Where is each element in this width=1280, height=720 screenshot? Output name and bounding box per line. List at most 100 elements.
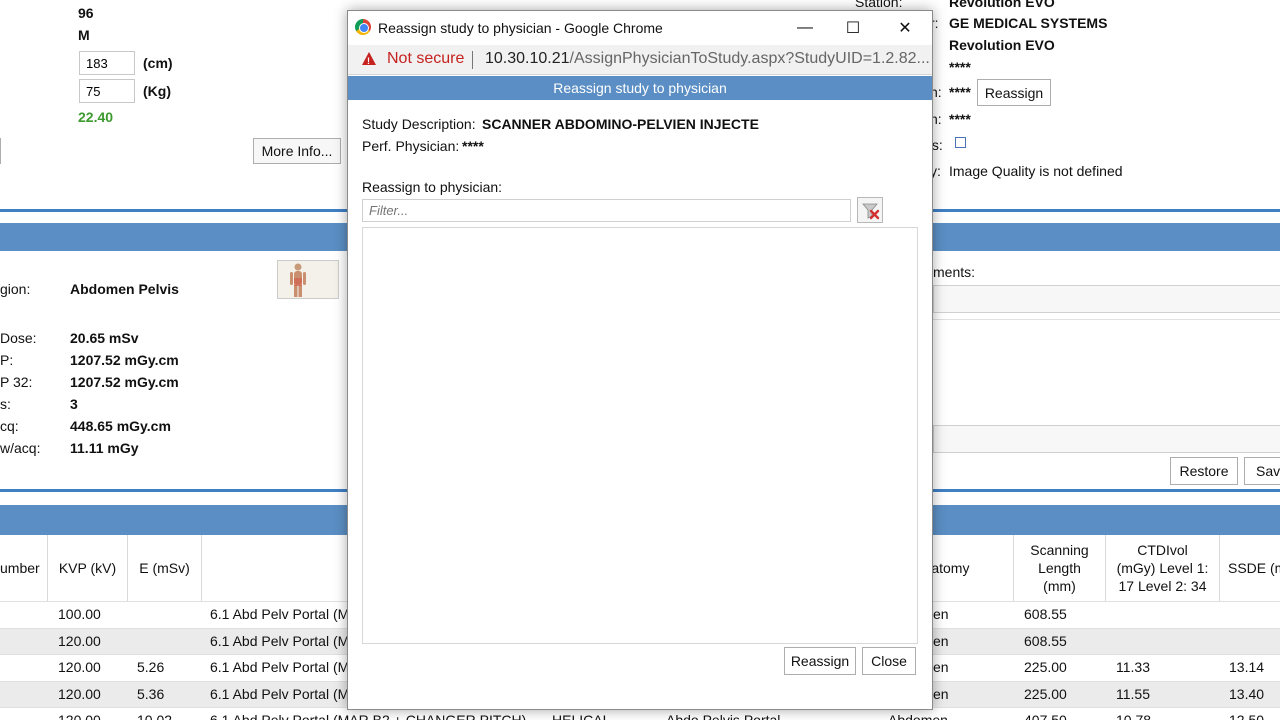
cell-region: Abdo Pelvis Portal xyxy=(666,712,781,720)
reassign-button[interactable]: Reassign xyxy=(784,647,856,675)
reassign-physician-button[interactable]: Reassign xyxy=(977,79,1051,106)
cell-ssde: 12.50 xyxy=(1229,712,1265,720)
comments-field[interactable] xyxy=(933,285,1280,313)
col-header-number: umber xyxy=(0,535,48,601)
col-header-ctdivol: CTDIvol (mGy) Level 1: 17 Level 2: 34 xyxy=(1106,535,1220,601)
notes-field[interactable] xyxy=(933,425,1280,453)
comments-label: ments: xyxy=(933,264,976,280)
cell-scan-length: 608.55 xyxy=(1024,632,1067,649)
reassign-popup-window: Reassign study to physician - Google Chr… xyxy=(347,10,933,710)
cell-anatomy: en xyxy=(933,659,949,675)
perf-physician-value: **** xyxy=(949,111,971,127)
cell-kvp: 120.00 xyxy=(58,659,101,675)
height-unit: (cm) xyxy=(143,55,173,71)
dose-value: 20.65 mSv xyxy=(70,330,139,346)
cell-anatomy: en xyxy=(933,632,949,649)
cell-ssde: 13.14 xyxy=(1229,659,1265,675)
col-header-ssde: SSDE (m xyxy=(1220,535,1280,601)
cell-kvp: 120.00 xyxy=(58,712,101,720)
col-header-scan-length: Scanning Length (mm) xyxy=(1014,535,1106,601)
left-edge-button[interactable] xyxy=(0,138,1,164)
quality-value: Image Quality is not defined xyxy=(949,163,1123,179)
reassign-to-label: Reassign to physician: xyxy=(362,179,503,195)
masked-value: **** xyxy=(949,59,971,75)
perf-physician-value: **** xyxy=(462,138,484,154)
bmi-value: 22.40 xyxy=(78,109,114,125)
restore-button[interactable]: Restore xyxy=(1170,457,1238,485)
url-text[interactable]: 10.30.10.21/AssignPhysicianToStudy.aspx?… xyxy=(485,50,930,68)
region-value: Abdomen Pelvis xyxy=(70,281,179,297)
cell-kvp: 100.00 xyxy=(58,606,101,622)
close-button[interactable]: Close xyxy=(862,647,916,675)
cell-scan-length: 225.00 xyxy=(1024,685,1067,702)
dlp-value: 1207.52 mGy.cm xyxy=(70,352,179,368)
minimize-button[interactable]: — xyxy=(780,11,830,45)
cell-scan-length: 407.50 xyxy=(1024,712,1067,720)
body-diagram-icon xyxy=(277,260,339,299)
weight-unit: (Kg) xyxy=(143,83,171,99)
address-separator xyxy=(472,51,473,69)
cell-scan-length: 608.55 xyxy=(1024,606,1067,622)
url-path: /AssignPhysicianToStudy.aspx?StudyUID=1.… xyxy=(569,50,930,67)
ctdi-per-acq-value: 11.11 mGy xyxy=(70,440,139,456)
cell-acq-type: HELICAL xyxy=(552,712,611,720)
dlp-per-acq-label: cq: xyxy=(0,418,19,434)
cell-e: 10.02 xyxy=(137,712,173,720)
close-icon: ✕ xyxy=(898,20,912,37)
model-value: Revolution EVO xyxy=(949,37,1055,53)
dlp-per-acq-value: 448.65 mGy.cm xyxy=(70,418,171,434)
cell-anatomy: en xyxy=(933,685,949,702)
cell-e: 5.26 xyxy=(137,659,165,675)
cell-anatomy: en xyxy=(933,606,949,622)
cell-e: 5.36 xyxy=(137,685,165,702)
physician-filter-input[interactable] xyxy=(362,199,851,222)
save-button[interactable]: Save xyxy=(1244,457,1280,485)
cell-ctdivol: 11.55 xyxy=(1116,685,1150,702)
maximize-icon: ☐ xyxy=(845,20,861,37)
minimize-icon: — xyxy=(797,19,813,36)
col-header-e: E (mSv) xyxy=(128,535,202,601)
dialog-header: Reassign study to physician xyxy=(348,76,932,100)
dlp32-label: P 32: xyxy=(0,374,33,390)
clear-filter-button[interactable] xyxy=(857,197,883,223)
series-count-label: s: xyxy=(0,396,11,412)
window-titlebar[interactable]: Reassign study to physician - Google Chr… xyxy=(348,11,932,45)
cell-ssde: 13.40 xyxy=(1229,685,1265,702)
cell-anatomy: Abdomen xyxy=(888,712,948,720)
maximize-button[interactable]: ☐ xyxy=(828,11,878,45)
cell-acquisition: 6.1 Abd Pelv Portal (MAR B2 + CHANGER PI… xyxy=(210,712,527,720)
region-label: gion: xyxy=(0,281,31,297)
url-host: 10.30.10.21 xyxy=(485,50,570,67)
close-window-button[interactable]: ✕ xyxy=(880,11,930,45)
col-header-kvp: KVP (kV) xyxy=(48,535,128,601)
cell-kvp: 120.00 xyxy=(58,632,101,649)
study-description-label: Study Description: xyxy=(362,116,476,132)
dose-label: Dose: xyxy=(0,330,37,346)
height-input[interactable] xyxy=(79,51,135,75)
weight-input[interactable] xyxy=(79,79,135,103)
station-label: Station: xyxy=(855,0,903,10)
perf-physician-label: Perf. Physician: xyxy=(362,138,460,154)
not-secure-label[interactable]: Not secure xyxy=(387,50,464,68)
study-description-value: SCANNER ABDOMINO-PELVIEN INJECTE xyxy=(482,116,759,132)
comments-divider xyxy=(933,319,1280,320)
cell-scan-length: 225.00 xyxy=(1024,659,1067,675)
patient-sex: M xyxy=(78,27,90,43)
patient-age: 96 xyxy=(78,5,94,21)
ctdi-per-acq-label: w/acq: xyxy=(0,440,41,456)
cell-ctdivol: 11.33 xyxy=(1116,659,1150,675)
manufacturer-value: GE MEDICAL SYSTEMS xyxy=(949,15,1108,31)
dlp-label: P: xyxy=(0,352,14,368)
physician-value: **** xyxy=(949,84,971,100)
physician-list[interactable] xyxy=(362,227,918,644)
dlp32-value: 1207.52 mGy.cm xyxy=(70,374,179,390)
more-info-button[interactable]: More Info... xyxy=(253,138,341,164)
flag-checkbox[interactable] xyxy=(955,137,966,148)
cell-kvp: 120.00 xyxy=(58,685,101,702)
series-count-value: 3 xyxy=(70,396,78,412)
station-value: Revolution EVO xyxy=(949,0,1055,10)
chrome-logo-icon xyxy=(355,19,371,35)
window-title: Reassign study to physician - Google Chr… xyxy=(378,20,663,36)
cell-ctdivol: 10.78 xyxy=(1116,712,1152,720)
address-bar[interactable]: ! Not secure 10.30.10.21/AssignPhysician… xyxy=(348,45,932,75)
